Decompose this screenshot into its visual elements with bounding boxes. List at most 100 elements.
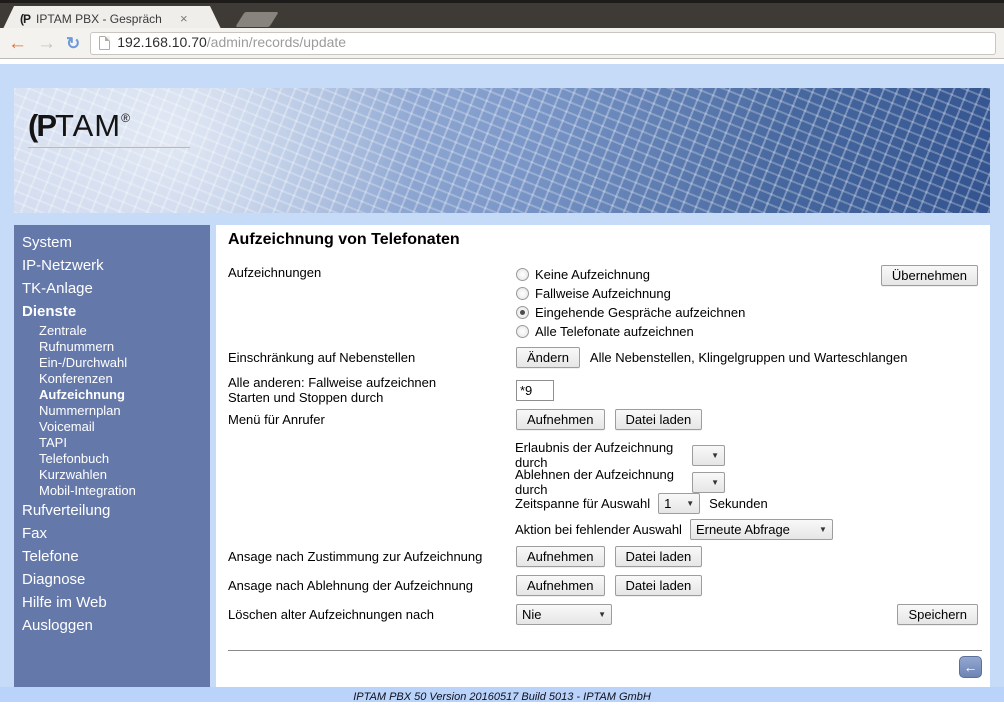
header-banner: (PTAM® (14, 88, 990, 213)
logo-underline (28, 146, 190, 148)
permit-select[interactable]: ▼ (692, 445, 725, 466)
sidebar-item-telefonbuch[interactable]: Telefonbuch (14, 451, 210, 467)
page-background: (PTAM® System IP-Netzwerk TK-Anlage Dien… (0, 64, 1004, 702)
sidebar-item-voicemail[interactable]: Voicemail (14, 419, 210, 435)
consent-announcement-row: Ansage nach Zustimmung zur Aufzeichnung … (228, 546, 702, 567)
timespan-select-value: 1 (664, 496, 671, 511)
dropdown-arrow-icon: ▼ (686, 499, 694, 508)
fallwise-label: Alle anderen: Fallweise aufzeichnen Star… (228, 375, 516, 405)
logo-registered-mark: ® (121, 111, 130, 125)
dropdown-arrow-icon: ▼ (819, 525, 827, 534)
content-divider (228, 650, 982, 651)
radio-option-fallweise[interactable]: Fallweise Aufzeichnung (516, 284, 745, 303)
restriction-label: Einschränkung auf Nebenstellen (228, 350, 516, 365)
timespan-label: Zeitspanne für Auswahl (515, 496, 650, 511)
sidebar-item-ausloggen[interactable]: Ausloggen (14, 614, 210, 637)
radio-option-label: Fallweise Aufzeichnung (535, 286, 671, 301)
save-button[interactable]: Speichern (897, 604, 978, 625)
radio-option-eingehende[interactable]: Eingehende Gespräche aufzeichnen (516, 303, 745, 322)
dropdown-arrow-icon: ▼ (598, 610, 606, 619)
url-path: /admin/records/update (207, 34, 346, 50)
caller-menu-record-button[interactable]: Aufnehmen (516, 409, 605, 430)
delete-old-select[interactable]: Nie ▼ (516, 604, 612, 625)
caller-menu-row: Menü für Anrufer Aufnehmen Datei laden (228, 409, 702, 430)
back-arrow-button[interactable]: ← (959, 656, 982, 678)
permit-row: Erlaubnis der Aufzeichnung durch ▼ (515, 440, 725, 470)
radio-option-keine[interactable]: Keine Aufzeichnung (516, 265, 745, 284)
dropdown-arrow-icon: ▼ (711, 478, 719, 487)
sidebar-item-diagnose[interactable]: Diagnose (14, 568, 210, 591)
sidebar-item-ein-durchwahl[interactable]: Ein-/Durchwahl (14, 355, 210, 371)
fallwise-row: Alle anderen: Fallweise aufzeichnen Star… (228, 375, 554, 405)
radio-icon[interactable] (516, 268, 529, 281)
sidebar-item-system[interactable]: System (14, 231, 210, 254)
radio-icon-checked[interactable] (516, 306, 529, 319)
iptam-favicon-icon: (P (20, 12, 30, 26)
sidebar-item-fax[interactable]: Fax (14, 522, 210, 545)
sidebar-item-rufnummern[interactable]: Rufnummern (14, 339, 210, 355)
missing-action-select-value: Erneute Abfrage (696, 522, 790, 537)
sidebar-item-mobil-integration[interactable]: Mobil-Integration (14, 483, 210, 499)
decline-announcement-label: Ansage nach Ablehnung der Aufzeichnung (228, 578, 516, 593)
caller-menu-label: Menü für Anrufer (228, 412, 516, 427)
tab-title: IPTAM PBX - Gespräch (36, 12, 174, 26)
browser-tabstrip: (P IPTAM PBX - Gespräch × (0, 0, 1004, 28)
radio-icon[interactable] (516, 325, 529, 338)
missing-action-row: Aktion bei fehlender Auswahl Erneute Abf… (515, 519, 833, 540)
caller-menu-load-button[interactable]: Datei laden (615, 409, 703, 430)
dropdown-arrow-icon: ▼ (711, 451, 719, 460)
sidebar-item-rufverteilung[interactable]: Rufverteilung (14, 499, 210, 522)
sidebar-item-hilfe-im-web[interactable]: Hilfe im Web (14, 591, 210, 614)
footer-bar: IPTAM PBX 50 Version 20160517 Build 5013… (0, 687, 1004, 702)
consent-announcement-label: Ansage nach Zustimmung zur Aufzeichnung (228, 549, 516, 564)
sidebar-item-ip-netzwerk[interactable]: IP-Netzwerk (14, 254, 210, 277)
sidebar-item-dienste[interactable]: Dienste (14, 300, 210, 323)
radio-option-label: Keine Aufzeichnung (535, 267, 650, 282)
page-document-icon (99, 36, 110, 50)
sidebar-nav: System IP-Netzwerk TK-Anlage Dienste Zen… (14, 225, 210, 687)
recordings-row: Aufzeichnungen Keine Aufzeichnung Fallwe… (228, 265, 745, 341)
restriction-row: Einschränkung auf Nebenstellen Ändern Al… (228, 347, 907, 368)
sidebar-item-kurzwahlen[interactable]: Kurzwahlen (14, 467, 210, 483)
missing-action-select[interactable]: Erneute Abfrage ▼ (690, 519, 833, 540)
restriction-note: Alle Nebenstellen, Klingelgruppen und Wa… (590, 350, 908, 365)
logo-ip-mark: (P (28, 108, 55, 143)
permit-label: Erlaubnis der Aufzeichnung durch (515, 440, 692, 470)
decline-select[interactable]: ▼ (692, 472, 725, 493)
recordings-label: Aufzeichnungen (228, 265, 516, 280)
sidebar-item-telefone[interactable]: Telefone (14, 545, 210, 568)
delete-old-select-value: Nie (522, 607, 542, 622)
missing-action-label: Aktion bei fehlender Auswahl (515, 522, 682, 537)
apply-button[interactable]: Übernehmen (881, 265, 978, 286)
sidebar-item-zentrale[interactable]: Zentrale (14, 323, 210, 339)
footer-version-text: IPTAM PBX 50 Version 20160517 Build 5013… (353, 691, 651, 703)
decline-load-button[interactable]: Datei laden (615, 575, 703, 596)
url-host: 192.168.10.70 (117, 34, 207, 50)
timespan-row: Zeitspanne für Auswahl 1 ▼ Sekunden (515, 493, 768, 514)
sidebar-item-konferenzen[interactable]: Konferenzen (14, 371, 210, 387)
radio-option-label: Eingehende Gespräche aufzeichnen (535, 305, 745, 320)
browser-forward-icon[interactable]: → (37, 34, 56, 53)
sidebar-item-nummernplan[interactable]: Nummernplan (14, 403, 210, 419)
page-title: Aufzeichnung von Telefonaten (228, 231, 460, 249)
timespan-select[interactable]: 1 ▼ (658, 493, 700, 514)
radio-icon[interactable] (516, 287, 529, 300)
change-button[interactable]: Ändern (516, 347, 580, 368)
url-bar[interactable]: 192.168.10.70/admin/records/update (90, 32, 996, 55)
radio-option-label: Alle Telefonate aufzeichnen (535, 324, 694, 339)
tab-close-icon[interactable]: × (180, 12, 188, 25)
logo-tam-text: TAM (55, 108, 121, 143)
new-tab-button[interactable] (235, 12, 278, 27)
consent-record-button[interactable]: Aufnehmen (516, 546, 605, 567)
sidebar-item-tapi[interactable]: TAPI (14, 435, 210, 451)
radio-option-alle[interactable]: Alle Telefonate aufzeichnen (516, 322, 745, 341)
consent-load-button[interactable]: Datei laden (615, 546, 703, 567)
sidebar-item-tk-anlage[interactable]: TK-Anlage (14, 277, 210, 300)
main-content: Aufzeichnung von Telefonaten Übernehmen … (216, 225, 990, 687)
fallwise-code-input[interactable] (516, 380, 554, 401)
decline-record-button[interactable]: Aufnehmen (516, 575, 605, 596)
browser-reload-icon[interactable]: ↻ (66, 35, 80, 52)
browser-toolbar: ← → ↻ 192.168.10.70/admin/records/update (0, 28, 1004, 59)
sidebar-item-aufzeichnung-active[interactable]: Aufzeichnung (14, 387, 210, 403)
browser-back-icon[interactable]: ← (8, 34, 27, 53)
